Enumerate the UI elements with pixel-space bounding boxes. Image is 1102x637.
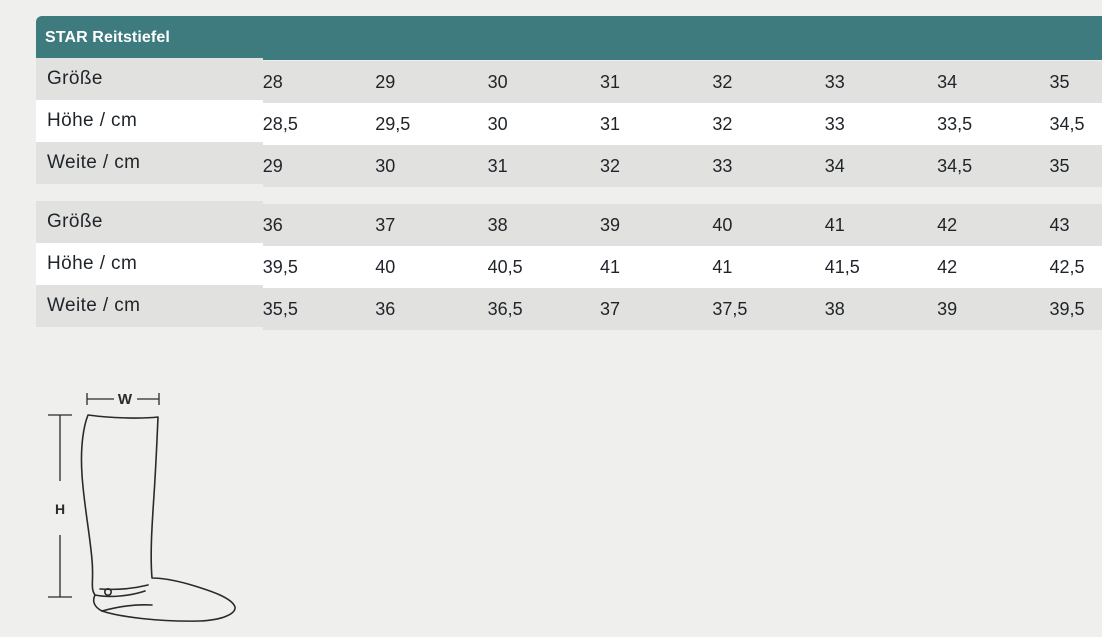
table-cell: 32: [599, 145, 713, 187]
table-cell: 35: [1049, 61, 1102, 103]
table-cell: 41,5: [824, 246, 938, 288]
table-cell: 29: [262, 145, 376, 187]
table-cell: 41: [599, 246, 713, 288]
row-label: Höhe / cm: [36, 243, 263, 285]
table-cell: 36: [262, 204, 376, 246]
table-cell: 33: [824, 103, 938, 145]
boot-measurement-diagram: W H: [48, 391, 236, 622]
table-cell: 42: [937, 204, 1050, 246]
table-cell: 40: [375, 246, 488, 288]
boot-outline-icon: [80, 414, 236, 622]
table-cell: 31: [599, 61, 713, 103]
width-label: W: [118, 391, 133, 408]
table-cell: 32: [712, 61, 825, 103]
table-row-width: Weite / cm 29 30 31 32 33 34 34,5 35: [36, 142, 1102, 187]
table-row-size: Größe 36 37 38 39 40 41 42 43: [36, 201, 1102, 246]
table-cell: 28: [262, 61, 376, 103]
table-cell: 33,5: [937, 103, 1050, 145]
table-cell: 41: [824, 204, 938, 246]
table-cell: 30: [487, 61, 600, 103]
table-row-width: Weite / cm 35,5 36 36,5 37 37,5 38 39 39…: [36, 285, 1102, 330]
size-table-group-1: Größe 28 29 30 31 32 33 34 35 Höhe / cm …: [36, 58, 1102, 187]
table-cell: 34,5: [1049, 103, 1102, 145]
table-cell: 35,5: [262, 288, 376, 330]
table-cell: 37,5: [712, 288, 825, 330]
table-cell: 33: [824, 61, 938, 103]
table-cell: 37: [375, 204, 488, 246]
row-label: Weite / cm: [36, 142, 263, 184]
size-table-group-2: Größe 36 37 38 39 40 41 42 43 Höhe / cm …: [36, 201, 1102, 330]
table-cell: 31: [599, 103, 713, 145]
table-cell: 41: [712, 246, 825, 288]
height-label: H: [55, 501, 65, 517]
table-cell: 40: [712, 204, 825, 246]
table-cell: 42,5: [1049, 246, 1102, 288]
table-cell: 34,5: [937, 145, 1050, 187]
table-cell: 30: [375, 145, 488, 187]
table-cell: 35: [1049, 145, 1102, 187]
table-cell: 37: [599, 288, 713, 330]
table-title: STAR Reitstiefel: [45, 29, 170, 46]
table-cell: 39,5: [1049, 288, 1102, 330]
table-cell: 28,5: [262, 103, 376, 145]
table-cell: 33: [712, 145, 825, 187]
table-cell: 29,5: [375, 103, 488, 145]
row-label: Höhe / cm: [36, 100, 263, 142]
table-cell: 34: [824, 145, 938, 187]
table-cell: 38: [824, 288, 938, 330]
table-cell: 31: [487, 145, 600, 187]
table-cell: 36,5: [487, 288, 600, 330]
table-cell: 34: [937, 61, 1050, 103]
table-row-height: Höhe / cm 39,5 40 40,5 41 41 41,5 42 42,…: [36, 243, 1102, 288]
table-header: STAR Reitstiefel: [36, 16, 1102, 60]
table-cell: 39,5: [262, 246, 376, 288]
table-cell: 38: [487, 204, 600, 246]
row-label: Größe: [36, 58, 263, 100]
table-cell: 36: [375, 288, 488, 330]
size-chart-card: STAR Reitstiefel Größe 28 29 30 31 32 33…: [36, 16, 1102, 330]
table-cell: 40,5: [487, 246, 600, 288]
row-label: Größe: [36, 201, 263, 243]
table-cell: 39: [599, 204, 713, 246]
table-row-size: Größe 28 29 30 31 32 33 34 35: [36, 58, 1102, 103]
row-label: Weite / cm: [36, 285, 263, 327]
table-cell: 29: [375, 61, 488, 103]
table-cell: 32: [712, 103, 825, 145]
table-row-height: Höhe / cm 28,5 29,5 30 31 32 33 33,5 34,…: [36, 100, 1102, 145]
table-cell: 30: [487, 103, 600, 145]
table-cell: 42: [937, 246, 1050, 288]
table-cell: 43: [1049, 204, 1102, 246]
table-cell: 39: [937, 288, 1050, 330]
